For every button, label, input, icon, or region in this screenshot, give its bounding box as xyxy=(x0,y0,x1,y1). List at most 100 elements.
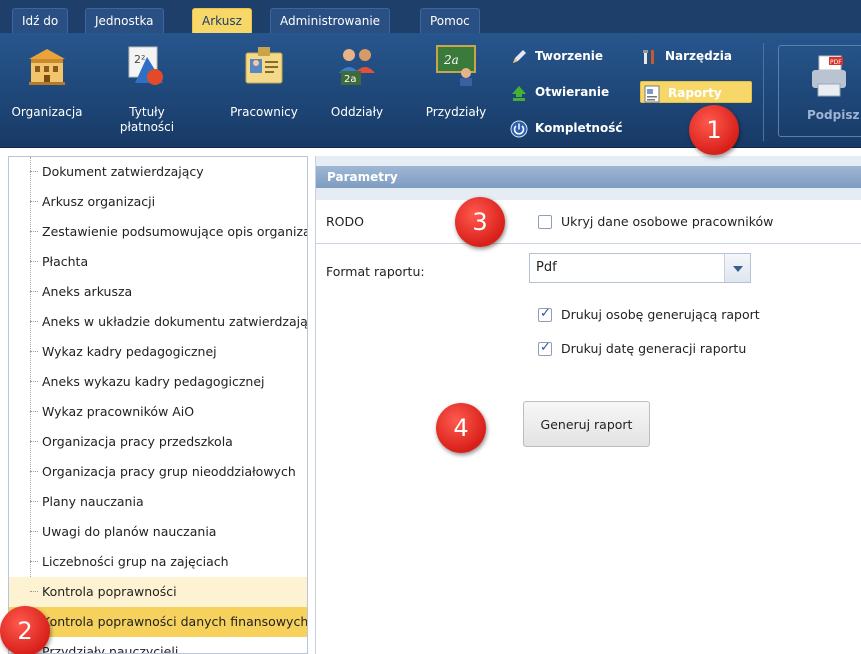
staff-card-icon xyxy=(245,47,283,84)
list-item[interactable]: Organizacja pracy grup nieoddziałowych xyxy=(9,457,307,487)
podpisz-label: Podpisz xyxy=(807,108,860,122)
pracownicy-label: Pracownicy xyxy=(230,105,298,119)
step-badge-4: 4 xyxy=(436,403,486,453)
print-date-checkbox[interactable] xyxy=(538,340,552,356)
tytuly-platnosci-button[interactable]: 2² Tytuły płatności xyxy=(108,43,186,143)
svg-text:PDF: PDF xyxy=(830,59,842,66)
tab-arkusz[interactable]: Arkusz xyxy=(192,8,252,33)
raporty-label: Raporty xyxy=(668,86,722,100)
list-item-label: Aneks w układzie dokumentu zatwierdzając… xyxy=(42,314,308,329)
step-badge-2: 2 xyxy=(0,606,50,654)
list-item-label: Liczebności grup na zajęciach xyxy=(42,554,229,569)
list-item-label: Kontrola poprawności xyxy=(42,584,177,599)
tab-jednostka[interactable]: Jednostka xyxy=(85,8,164,33)
menu-bar: Idź do Jednostka Arkusz Administrowanie … xyxy=(0,0,861,33)
list-item[interactable]: Liczebności grup na zajęciach xyxy=(9,547,307,577)
list-item[interactable]: Uwagi do planów nauczania xyxy=(9,517,307,547)
tytuly-label-line2: płatności xyxy=(119,120,175,134)
przydzialy-label: Przydziały xyxy=(425,105,487,119)
format-label: Format raportu: xyxy=(326,264,425,279)
format-select-value: Pdf xyxy=(536,260,557,275)
report-list-panel: Dokument zatwierdzający Arkusz organizac… xyxy=(8,156,308,654)
report-icon xyxy=(644,85,660,102)
narzedzia-label: Narzędzia xyxy=(665,49,732,63)
print-date-label: Drukuj datę generacji raportu xyxy=(561,341,747,356)
tworzenie-button[interactable]: Tworzenie xyxy=(510,45,603,67)
hide-personal-label: Ukryj dane osobowe pracowników xyxy=(561,214,774,229)
list-item-label: Arkusz organizacji xyxy=(42,194,156,209)
list-item-label: Zestawienie podsumowujące opis organizac… xyxy=(42,224,308,239)
rodo-label: RODO xyxy=(326,214,364,229)
organizacja-button[interactable]: Organizacja xyxy=(4,43,90,143)
list-item[interactable]: Arkusz organizacji xyxy=(9,187,307,217)
list-item-label: Kontrola poprawności danych finansowych xyxy=(42,614,308,629)
parameters-title: Parametry xyxy=(316,166,861,188)
list-item-hovered[interactable]: Kontrola poprawności xyxy=(9,577,307,607)
list-item[interactable]: Przydziały nauczycieli xyxy=(9,637,307,654)
list-item-label: Aneks arkusza xyxy=(42,284,133,299)
list-item-label: Plany nauczania xyxy=(42,494,144,509)
podpisz-button[interactable]: PDF Podpisz xyxy=(778,45,861,137)
otwieranie-button[interactable]: Otwieranie xyxy=(510,81,609,103)
organizacja-label: Organizacja xyxy=(11,105,83,119)
list-item-label: Wykaz pracowników AiO xyxy=(42,404,195,419)
list-item-label: Organizacja pracy przedszkola xyxy=(42,434,233,449)
upload-arrow-icon xyxy=(512,85,526,101)
pdf-printer-icon: PDF xyxy=(812,55,846,97)
list-item-label: Przydziały nauczycieli xyxy=(42,644,179,654)
parameters-panel: Parametry RODO Ukryj dane osobowe pracow… xyxy=(315,156,861,654)
parameters-header-area: Parametry xyxy=(316,156,861,200)
tworzenie-label: Tworzenie xyxy=(535,49,604,63)
step-badge-3: 3 xyxy=(455,197,505,247)
raporty-button[interactable]: Raporty xyxy=(640,81,752,103)
list-item[interactable]: Plany nauczania xyxy=(9,487,307,517)
list-item[interactable]: Aneks wykazu kadry pedagogicznej xyxy=(9,367,307,397)
step-badge-1: 1 xyxy=(689,105,739,155)
ribbon-separator xyxy=(763,43,764,141)
tytuly-label-line1: Tytuły xyxy=(129,105,165,119)
kompletnosc-button[interactable]: Kompletność xyxy=(510,117,622,139)
list-item[interactable]: Organizacja pracy przedszkola xyxy=(9,427,307,457)
list-item-label: Organizacja pracy grup nieoddziałowych xyxy=(42,464,296,479)
pencil-icon xyxy=(513,49,526,63)
otwieranie-label: Otwieranie xyxy=(535,85,610,99)
print-person-checkbox[interactable] xyxy=(538,306,552,322)
power-icon xyxy=(510,120,528,137)
students-group-icon: 2a xyxy=(339,49,375,85)
tab-pomoc[interactable]: Pomoc xyxy=(420,8,480,33)
oddzialy-label: Oddziały xyxy=(330,105,384,119)
pracownicy-button[interactable]: Pracownicy xyxy=(218,43,310,143)
oddzialy-button[interactable]: 2a Oddziały xyxy=(322,43,392,143)
list-item-label: Wykaz kadry pedagogicznej xyxy=(42,344,217,359)
math-shapes-icon: 2² xyxy=(128,46,163,85)
print-person-label: Drukuj osobę generującą raport xyxy=(561,307,760,322)
list-item-label: Aneks wykazu kadry pedagogicznej xyxy=(42,374,265,389)
tab-administrowanie[interactable]: Administrowanie xyxy=(270,8,391,33)
list-item[interactable]: Aneks w układzie dokumentu zatwierdzając… xyxy=(9,307,308,337)
row-divider xyxy=(316,243,861,244)
tytuly-label: Tytuły płatności xyxy=(108,105,186,135)
format-select[interactable]: Pdf xyxy=(529,253,751,283)
przydzialy-button[interactable]: 2a Przydziały xyxy=(414,43,498,143)
svg-text:2²: 2² xyxy=(134,53,145,66)
tools-icon xyxy=(643,49,654,64)
chevron-down-icon[interactable] xyxy=(724,254,750,282)
kompletnosc-label: Kompletność xyxy=(535,121,623,135)
list-item[interactable]: Wykaz pracowników AiO xyxy=(9,397,307,427)
generate-report-button[interactable]: Generuj raport xyxy=(523,401,650,447)
list-item[interactable]: Dokument zatwierdzający xyxy=(9,157,307,187)
svg-text:2a: 2a xyxy=(344,74,357,85)
hide-personal-checkbox[interactable] xyxy=(538,215,552,229)
board-teacher-icon: 2a xyxy=(436,45,476,86)
list-item[interactable]: Aneks arkusza xyxy=(9,277,307,307)
svg-text:2a: 2a xyxy=(443,53,459,67)
narzedzia-button[interactable]: Narzędzia xyxy=(640,45,732,67)
list-item[interactable]: Wykaz kadry pedagogicznej xyxy=(9,337,307,367)
list-item[interactable]: Płachta xyxy=(9,247,307,277)
tab-idz-do[interactable]: Idź do xyxy=(12,8,69,33)
list-item-label: Uwagi do planów nauczania xyxy=(42,524,217,539)
list-item-label: Dokument zatwierdzający xyxy=(42,164,204,179)
list-item[interactable]: Zestawienie podsumowujące opis organizac… xyxy=(9,217,308,247)
building-icon xyxy=(29,49,65,85)
list-item-selected[interactable]: Kontrola poprawności danych finansowych xyxy=(9,607,308,637)
